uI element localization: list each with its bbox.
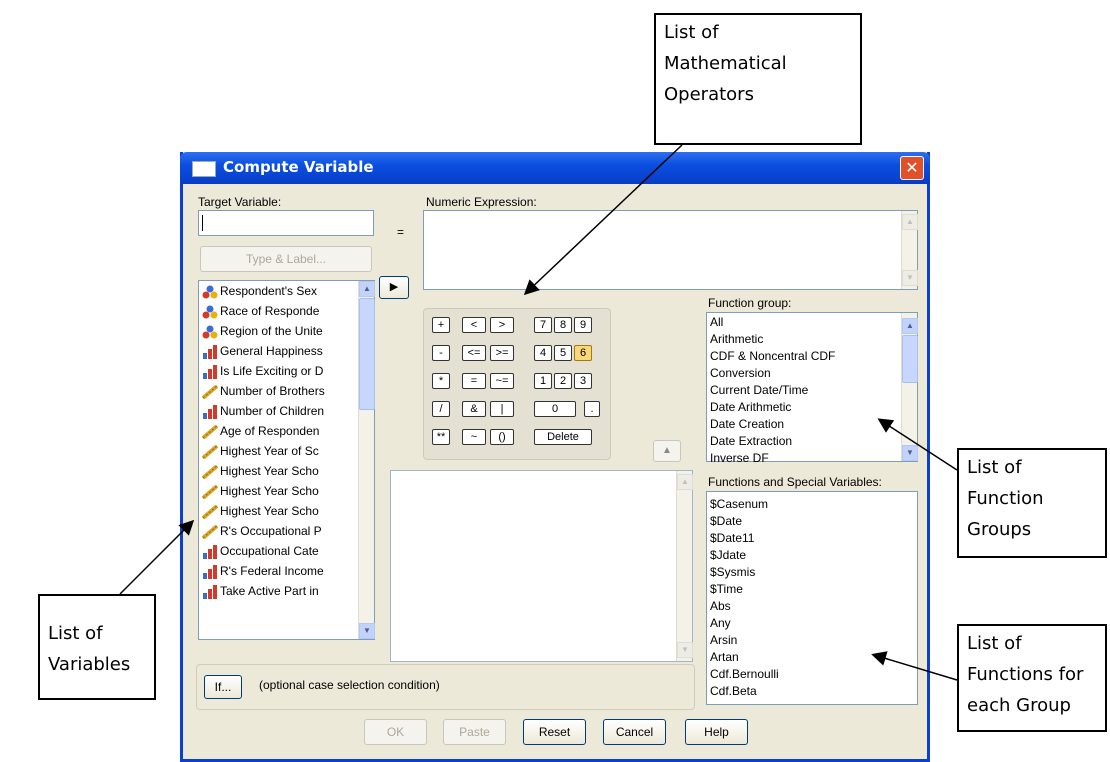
annotation-arrows: [119, 144, 958, 681]
arrow-operators: [523, 144, 683, 296]
arrow-functions: [871, 651, 958, 681]
arrow-variables: [119, 519, 195, 595]
arrow-groups: [877, 418, 958, 471]
